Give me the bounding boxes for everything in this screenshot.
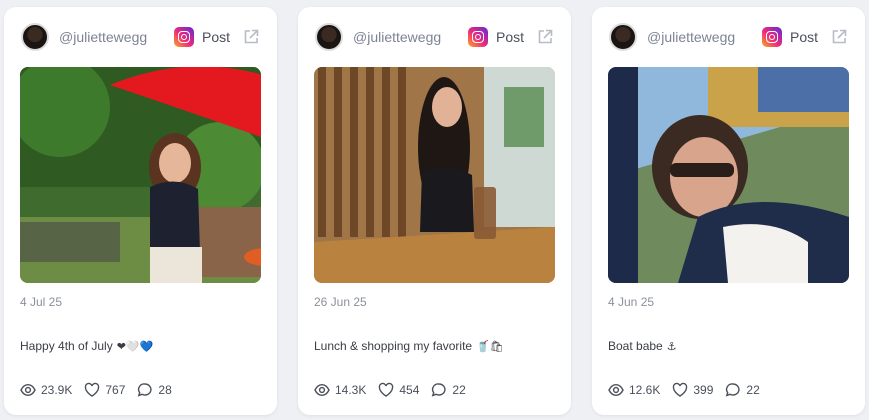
username[interactable]: @juliettewegg — [59, 29, 174, 45]
likes-count: 399 — [693, 383, 714, 397]
post-card[interactable]: @juliettewegg Post 4 Jul 25 Happy 4th of… — [4, 7, 277, 415]
post-header: @juliettewegg Post — [21, 22, 260, 52]
post-caption: Happy 4th of July ❤🤍💙 — [20, 339, 153, 353]
external-link-icon[interactable] — [536, 28, 554, 46]
avatar[interactable] — [21, 23, 49, 51]
caption-emoji: ⚓ — [666, 339, 677, 353]
eye-icon — [20, 383, 36, 397]
heart-icon — [85, 382, 100, 397]
post-caption: Lunch & shopping my favorite 🥤🛍 — [314, 339, 504, 353]
likes-stat: 767 — [84, 382, 125, 398]
heart-icon — [379, 382, 394, 397]
comments-count: 22 — [746, 383, 760, 397]
heart-icon — [673, 382, 688, 397]
post-stats: 12.6K 399 22 — [608, 382, 772, 398]
comment-icon — [432, 383, 446, 397]
post-date: 26 Jun 25 — [314, 295, 367, 309]
caption-emoji: 🥤🛍 — [476, 339, 504, 353]
views-count: 14.3K — [335, 383, 367, 397]
username[interactable]: @juliettewegg — [647, 29, 762, 45]
instagram-icon — [173, 27, 194, 47]
caption-text: Happy 4th of July — [20, 339, 113, 353]
post-type-label: Post — [789, 29, 818, 45]
instagram-icon — [761, 27, 782, 47]
post-card[interactable]: @juliettewegg Post 26 Jun 25 Lunch & sho… — [298, 7, 571, 415]
caption-text: Boat babe — [608, 339, 663, 353]
post-header: @juliettewegg Post — [609, 22, 848, 52]
views-stat: 12.6K — [608, 382, 660, 398]
likes-count: 454 — [399, 383, 420, 397]
post-image[interactable] — [314, 67, 555, 283]
post-image[interactable] — [608, 67, 849, 283]
post-card[interactable]: @juliettewegg Post 4 Jun 25 Boat babe ⚓ — [592, 7, 865, 415]
avatar[interactable] — [609, 23, 637, 51]
post-caption: Boat babe ⚓ — [608, 339, 677, 353]
post-stats: 23.9K 767 28 — [20, 382, 184, 398]
post-header: @juliettewegg Post — [315, 22, 554, 52]
username[interactable]: @juliettewegg — [353, 29, 468, 45]
views-count: 23.9K — [41, 383, 73, 397]
comments-stat: 22 — [725, 382, 760, 398]
post-type-label: Post — [201, 29, 230, 45]
external-link-icon[interactable] — [830, 28, 848, 46]
comment-icon — [726, 383, 740, 397]
comments-stat: 28 — [137, 382, 172, 398]
comments-stat: 22 — [431, 382, 466, 398]
views-count: 12.6K — [629, 383, 661, 397]
likes-stat: 399 — [672, 382, 713, 398]
post-type-label: Post — [495, 29, 524, 45]
views-stat: 23.9K — [20, 382, 72, 398]
comment-icon — [138, 383, 152, 397]
eye-icon — [608, 383, 624, 397]
views-stat: 14.3K — [314, 382, 366, 398]
comments-count: 22 — [452, 383, 466, 397]
avatar[interactable] — [315, 23, 343, 51]
comments-count: 28 — [158, 383, 172, 397]
external-link-icon[interactable] — [242, 28, 260, 46]
caption-text: Lunch & shopping my favorite — [314, 339, 473, 353]
post-image[interactable] — [20, 67, 261, 283]
post-date: 4 Jun 25 — [608, 295, 655, 309]
instagram-icon — [467, 27, 488, 47]
post-stats: 14.3K 454 22 — [314, 382, 478, 398]
eye-icon — [314, 383, 330, 397]
likes-stat: 454 — [378, 382, 419, 398]
likes-count: 767 — [105, 383, 126, 397]
caption-emoji: ❤🤍💙 — [116, 339, 154, 353]
post-date: 4 Jul 25 — [20, 295, 63, 309]
